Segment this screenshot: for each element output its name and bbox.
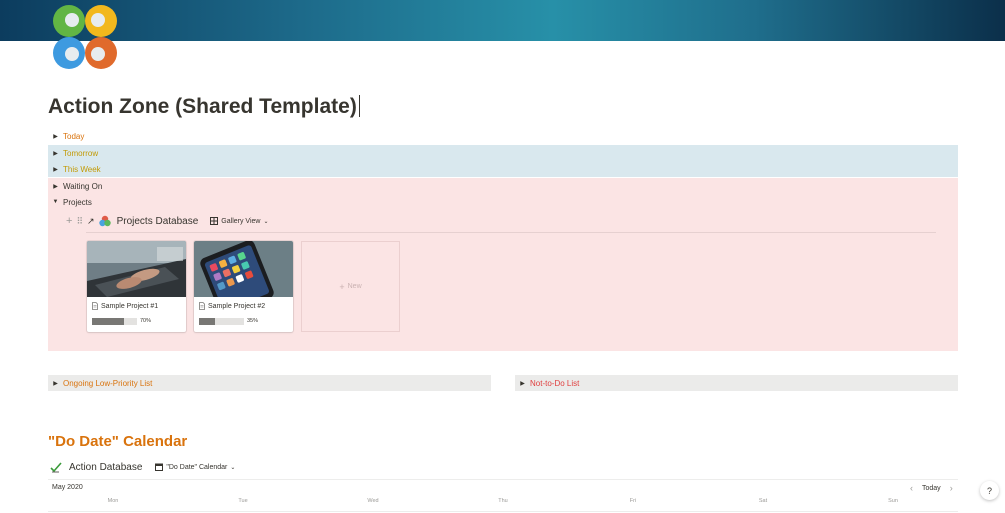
add-block-icon[interactable]: +: [66, 215, 72, 227]
weekday-label: Thu: [498, 498, 508, 504]
calendar-view-selector[interactable]: "Do Date" Calendar ⌄: [155, 463, 235, 471]
calendar-today-button[interactable]: Today: [922, 485, 941, 492]
toggle-collapsed-icon[interactable]: ▶: [48, 380, 63, 387]
card-title: Sample Project #2: [199, 302, 265, 310]
toggle-not-to-do[interactable]: ▶ Not-to-Do List: [515, 375, 958, 391]
progress-percent: 35%: [247, 318, 259, 324]
toggle-collapsed-icon[interactable]: ▶: [48, 166, 63, 173]
plus-icon: +: [339, 281, 345, 292]
weekday-label: Sun: [888, 498, 898, 504]
weekday-label: Fri: [629, 498, 637, 504]
weekday-label: Sat: [758, 498, 768, 504]
gallery-card-project-1[interactable]: Sample Project #1 70%: [87, 241, 186, 332]
page-title-text: Action Zone (Shared Template): [48, 95, 357, 118]
calendar-navigation: ‹ Today ›: [910, 483, 953, 493]
chevron-left-icon[interactable]: ‹: [910, 483, 913, 493]
gallery-grid-icon: [210, 217, 219, 225]
toggle-projects[interactable]: ▼ Projects: [48, 194, 958, 210]
help-button[interactable]: ?: [980, 481, 999, 500]
toggle-tomorrow-label: Tomorrow: [63, 148, 99, 158]
help-icon: ?: [986, 485, 992, 496]
new-gallery-card-button[interactable]: + New: [301, 241, 400, 332]
gallery-view-label: Gallery View: [221, 217, 261, 225]
page-cover-banner: [0, 0, 1005, 41]
weekday-label: Mon: [107, 498, 119, 504]
progress-bar-fill: [199, 318, 215, 325]
toggle-ongoing-low-priority[interactable]: ▶ Ongoing Low-Priority List: [48, 375, 491, 391]
toggle-today-label: Today: [63, 131, 85, 141]
calendar-month-label: May 2020: [52, 484, 83, 491]
open-link-arrow-icon[interactable]: ↗: [87, 216, 95, 227]
check-pen-icon: [50, 462, 62, 473]
page-logo-icon: [53, 5, 117, 69]
card-title: Sample Project #1: [92, 302, 158, 310]
page-title[interactable]: Action Zone (Shared Template): [48, 95, 360, 119]
toggle-projects-label: Projects: [63, 197, 92, 207]
toggle-tomorrow[interactable]: ▶ Tomorrow: [48, 145, 958, 161]
toggle-low-priority-label: Ongoing Low-Priority List: [63, 378, 153, 388]
calendar-heading: "Do Date" Calendar: [48, 433, 188, 450]
chevron-right-icon[interactable]: ›: [950, 483, 953, 493]
calendar-divider: [48, 479, 958, 480]
page-icon: [92, 302, 98, 310]
card-title-text: Sample Project #2: [208, 302, 266, 310]
page-icon: [199, 302, 205, 310]
gallery-view-selector[interactable]: Gallery View ⌄: [210, 217, 269, 225]
projects-database-header: + ⠿ ↗ Projects Database Gallery View ⌄: [66, 213, 269, 229]
toggle-expanded-icon[interactable]: ▼: [48, 199, 63, 205]
toggle-collapsed-icon[interactable]: ▶: [48, 150, 63, 157]
chevron-down-icon: ⌄: [230, 464, 236, 471]
progress-bar: [199, 318, 244, 325]
weekday-label: Tue: [238, 498, 248, 504]
action-database-title[interactable]: Action Database: [69, 462, 142, 473]
toggle-this-week[interactable]: ▶ This Week: [48, 161, 958, 177]
toggle-waiting-on[interactable]: ▶ Waiting On: [48, 178, 958, 194]
progress-bar-fill: [92, 318, 124, 325]
action-database-header: Action Database "Do Date" Calendar ⌄: [50, 459, 235, 475]
toggle-not-to-do-label: Not-to-Do List: [530, 378, 580, 388]
calendar-weekday-header: Mon Tue Wed Thu Fri Sat Sun: [48, 498, 958, 510]
progress-bar: [92, 318, 137, 325]
smartphone-cover-image: [194, 241, 293, 297]
toggle-this-week-label: This Week: [63, 164, 101, 174]
toggle-today[interactable]: ▶ Today: [48, 128, 958, 144]
database-divider: [86, 232, 936, 233]
drag-handle-icon[interactable]: ⠿: [76, 216, 83, 227]
weekday-label: Wed: [367, 498, 379, 504]
chevron-down-icon: ⌄: [263, 218, 269, 225]
calendar-view-label: "Do Date" Calendar: [166, 463, 228, 471]
toggle-waiting-on-label: Waiting On: [63, 181, 103, 191]
toggle-collapsed-icon[interactable]: ▶: [515, 380, 530, 387]
calendar-weekday-divider: [48, 511, 958, 512]
progress-percent: 70%: [140, 318, 152, 324]
new-card-label: New: [347, 283, 362, 290]
text-cursor: [358, 95, 360, 117]
toggle-collapsed-icon[interactable]: ▶: [48, 183, 63, 190]
calendar-icon: [155, 463, 164, 471]
toggle-collapsed-icon[interactable]: ▶: [48, 133, 63, 140]
card-title-text: Sample Project #1: [101, 302, 159, 310]
laptop-typing-cover-image: [87, 241, 186, 297]
gallery-card-project-2[interactable]: Sample Project #2 35%: [194, 241, 293, 332]
projects-database-title[interactable]: Projects Database: [117, 216, 199, 227]
colored-shapes-icon: [98, 215, 111, 227]
